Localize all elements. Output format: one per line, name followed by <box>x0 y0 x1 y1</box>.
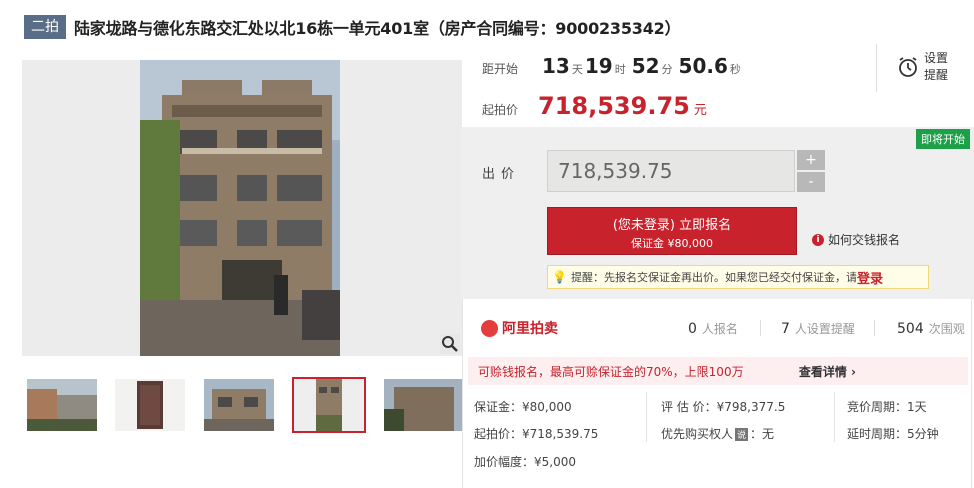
countdown: 距开始 13 天 19 时 52 分 50.6 秒 <box>482 54 741 88</box>
thumbnail-5[interactable] <box>384 379 462 431</box>
start-price-info: 起拍价：¥718,539.75 <box>474 427 599 441</box>
reminder-label: 设置 提醒 <box>924 50 948 84</box>
thumbnail-3[interactable] <box>204 379 274 431</box>
title-bar: 二拍 陆家垅路与德化东路交汇处以北16栋一单元401室（房产合同编号：90002… <box>24 14 964 40</box>
zoom-button[interactable] <box>440 334 460 354</box>
priority-buyer-info: 优先购买权人说：无 <box>661 425 774 442</box>
reminder-line-2: 提醒 <box>924 68 949 82</box>
start-price-row: 起拍价 718,539.75 元 <box>482 92 707 126</box>
priority-buyer-label: 优先购买权人 <box>661 427 734 441</box>
promo-details-link[interactable]: 查看详情 › <box>799 363 856 380</box>
details-divider <box>646 392 647 442</box>
views-stat: 504 次围观 <box>897 320 965 337</box>
start-price-label: 起拍价 <box>482 103 519 117</box>
increase-bid-button[interactable]: + <box>797 150 825 170</box>
enrolled-count: 0 <box>688 321 697 337</box>
increment-info: 加价幅度：¥5,000 <box>474 455 576 469</box>
round-badge: 二拍 <box>24 15 66 39</box>
panel-right-border <box>971 299 972 488</box>
promo-text: 可赊钱报名，最高可赊保证金的70%，上限100万 <box>478 364 744 379</box>
reminder-divider <box>876 44 877 92</box>
thumbnail-3-image <box>204 379 274 431</box>
countdown-hours-unit: 时 <box>614 63 626 76</box>
thumbnail-5-image <box>384 379 462 431</box>
tip-text: 提醒：先报名交保证金再出价。如果您已经交付保证金，请 <box>570 271 857 284</box>
reminders-stat: 7 人设置提醒 <box>781 320 855 337</box>
panel-left-border <box>462 299 463 488</box>
start-price-value: 718,539.75 <box>538 92 690 120</box>
views-count: 504 <box>897 321 924 337</box>
set-reminder-button[interactable]: 设置 提醒 <box>896 50 956 84</box>
thumbnail-2[interactable] <box>115 379 185 431</box>
how-to-pay-label: 如何交钱报名 <box>828 233 901 247</box>
brand-name: 阿里拍卖 <box>502 321 558 337</box>
bid-label: 出价 <box>482 167 521 182</box>
views-label: 次围观 <box>928 322 965 336</box>
main-property-photo[interactable] <box>22 60 462 356</box>
info-circle-icon: i <box>812 233 824 246</box>
how-to-pay-link[interactable]: i 如何交钱报名 <box>812 231 900 248</box>
bid-panel: 即将开始 出价 + - (您未登录) 立即报名 保证金 ¥80,000 i 如何… <box>462 127 974 299</box>
lightbulb-icon: 💡 <box>552 270 567 284</box>
alarm-clock-icon <box>899 57 917 77</box>
extension-info: 延时周期：5分钟 <box>847 427 939 441</box>
reminders-label: 人设置提醒 <box>794 322 855 336</box>
period-info: 竞价周期：1天 <box>847 400 927 414</box>
alibaba-auction-logo: 阿里拍卖 <box>481 318 558 338</box>
countdown-seconds-unit: 秒 <box>729 63 741 76</box>
stat-divider <box>874 320 875 336</box>
register-now-button[interactable]: (您未登录) 立即报名 保证金 ¥80,000 <box>547 207 797 255</box>
building-photo-graphic <box>22 60 462 356</box>
register-button-label: (您未登录) 立即报名 <box>612 218 732 233</box>
register-button-deposit: 保证金 ¥80,000 <box>631 237 713 250</box>
countdown-days-unit: 天 <box>571 63 583 76</box>
magnifier-icon <box>442 336 458 352</box>
countdown-seconds: 50.6 <box>678 54 728 78</box>
login-tip-bar: 💡 提醒：先报名交保证金再出价。如果您已经交付保证金，请 登录 <box>547 265 929 289</box>
countdown-days: 13 <box>542 54 570 78</box>
priority-buyer-value: ：无 <box>750 427 775 441</box>
countdown-minutes: 52 <box>631 54 660 78</box>
details-divider <box>834 392 835 442</box>
reminders-count: 7 <box>781 321 790 337</box>
credit-promo-bar: 可赊钱报名，最高可赊保证金的70%，上限100万 查看详情 › <box>468 357 968 385</box>
start-price-unit: 元 <box>693 103 707 118</box>
appraisal-info: 评 估 价：¥798,377.5 <box>661 400 786 414</box>
status-badge: 即将开始 <box>916 129 970 149</box>
thumbnail-4-image <box>294 379 364 431</box>
decrease-bid-button[interactable]: - <box>797 172 825 192</box>
page-title: 陆家垅路与德化东路交汇处以北16栋一单元401室（房产合同编号：90002353… <box>74 19 681 38</box>
tip-login-link[interactable]: 登录 <box>857 268 883 287</box>
reminder-line-1: 设置 <box>924 51 949 65</box>
thumbnail-4-selected[interactable] <box>292 377 366 433</box>
alibaba-logo-icon <box>481 319 498 337</box>
countdown-minutes-unit: 分 <box>661 63 673 76</box>
bid-amount-input[interactable] <box>547 150 795 192</box>
countdown-label: 距开始 <box>482 62 519 76</box>
priority-tag[interactable]: 说 <box>735 428 749 441</box>
thumbnail-1[interactable] <box>27 379 97 431</box>
countdown-hours: 19 <box>584 54 613 78</box>
enrolled-stat: 0 人报名 <box>688 320 738 337</box>
deposit-info: 保证金：¥80,000 <box>474 400 572 414</box>
thumbnail-1-image <box>27 379 97 431</box>
enrolled-label: 人报名 <box>701 322 738 336</box>
stat-divider <box>760 320 761 336</box>
thumbnail-2-image <box>115 379 185 431</box>
